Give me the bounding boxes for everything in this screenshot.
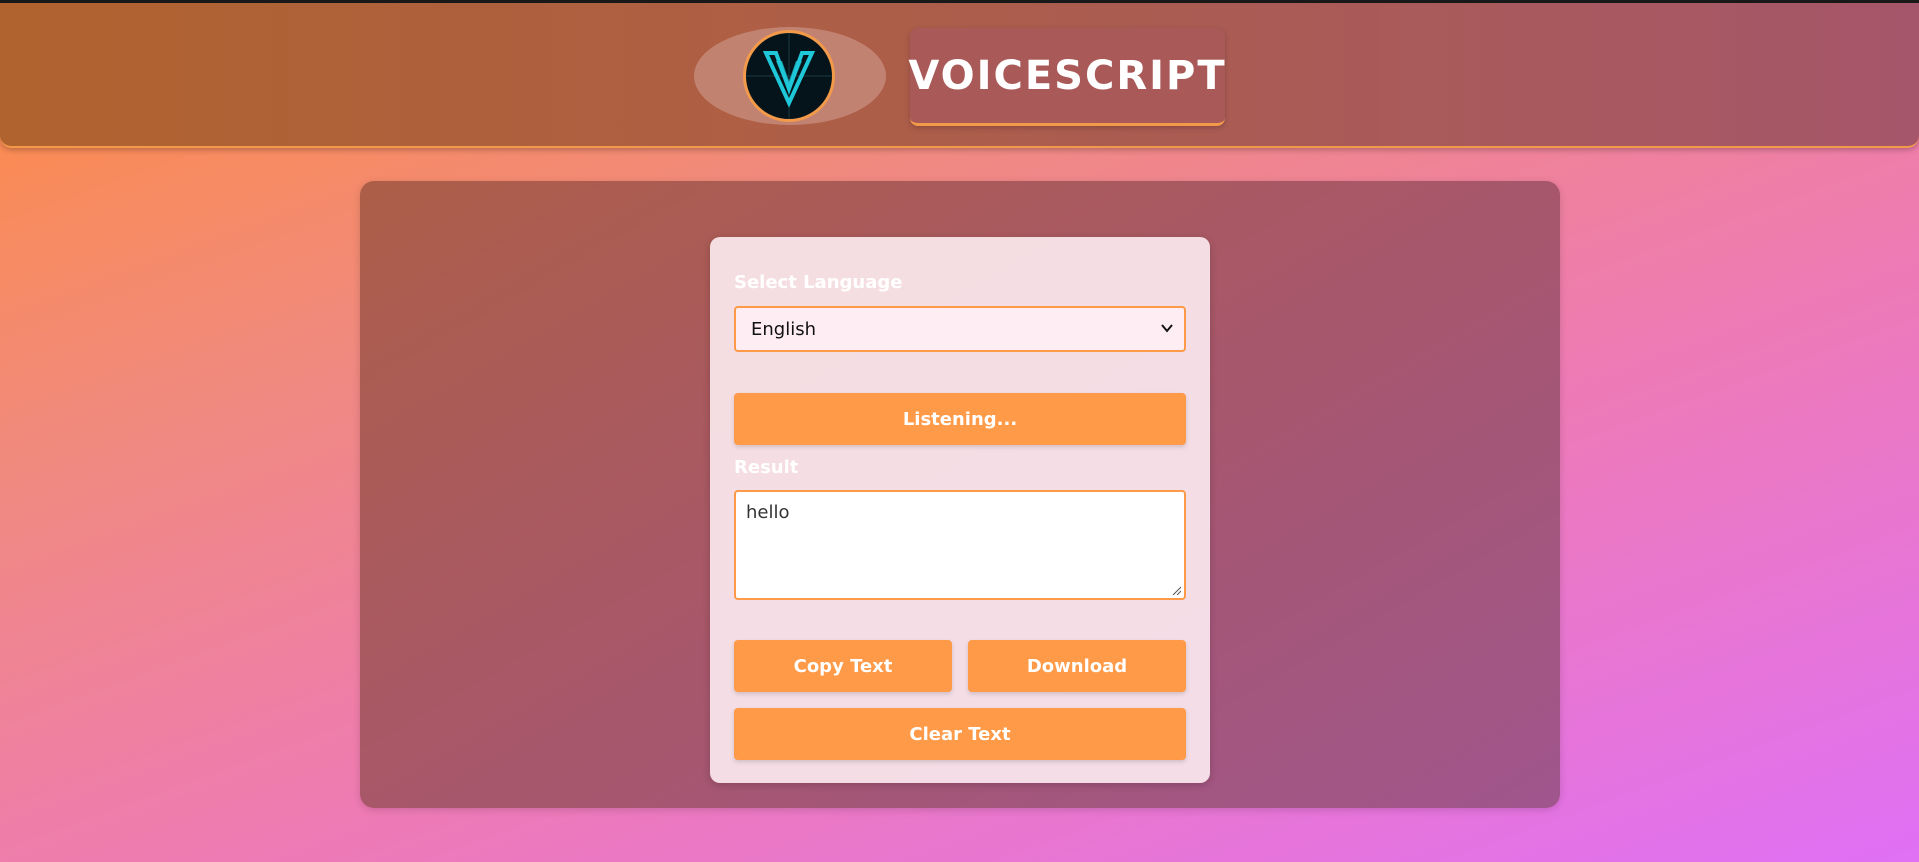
resize-grip-icon[interactable] xyxy=(1171,585,1181,595)
voicescript-logo-icon xyxy=(743,30,835,122)
app-header: VOICESCRIPT xyxy=(0,3,1919,148)
language-select[interactable]: English xyxy=(734,306,1186,352)
app-title: VOICESCRIPT xyxy=(908,52,1227,99)
download-button[interactable]: Download xyxy=(968,640,1186,692)
listen-button[interactable]: Listening... xyxy=(734,393,1186,445)
result-text: hello xyxy=(746,502,790,523)
clear-text-button[interactable]: Clear Text xyxy=(734,708,1186,760)
copy-text-button-label: Copy Text xyxy=(793,655,893,677)
result-textarea[interactable]: hello xyxy=(734,490,1186,600)
clear-text-button-label: Clear Text xyxy=(909,723,1011,745)
result-label: Result xyxy=(734,457,799,478)
app-title-box: VOICESCRIPT xyxy=(908,28,1227,126)
chevron-down-icon xyxy=(1160,319,1174,340)
listen-button-label: Listening... xyxy=(902,408,1018,430)
language-label: Select Language xyxy=(734,272,903,293)
download-button-label: Download xyxy=(1026,655,1128,677)
language-selected-value: English xyxy=(751,318,816,340)
copy-text-button[interactable]: Copy Text xyxy=(734,640,952,692)
